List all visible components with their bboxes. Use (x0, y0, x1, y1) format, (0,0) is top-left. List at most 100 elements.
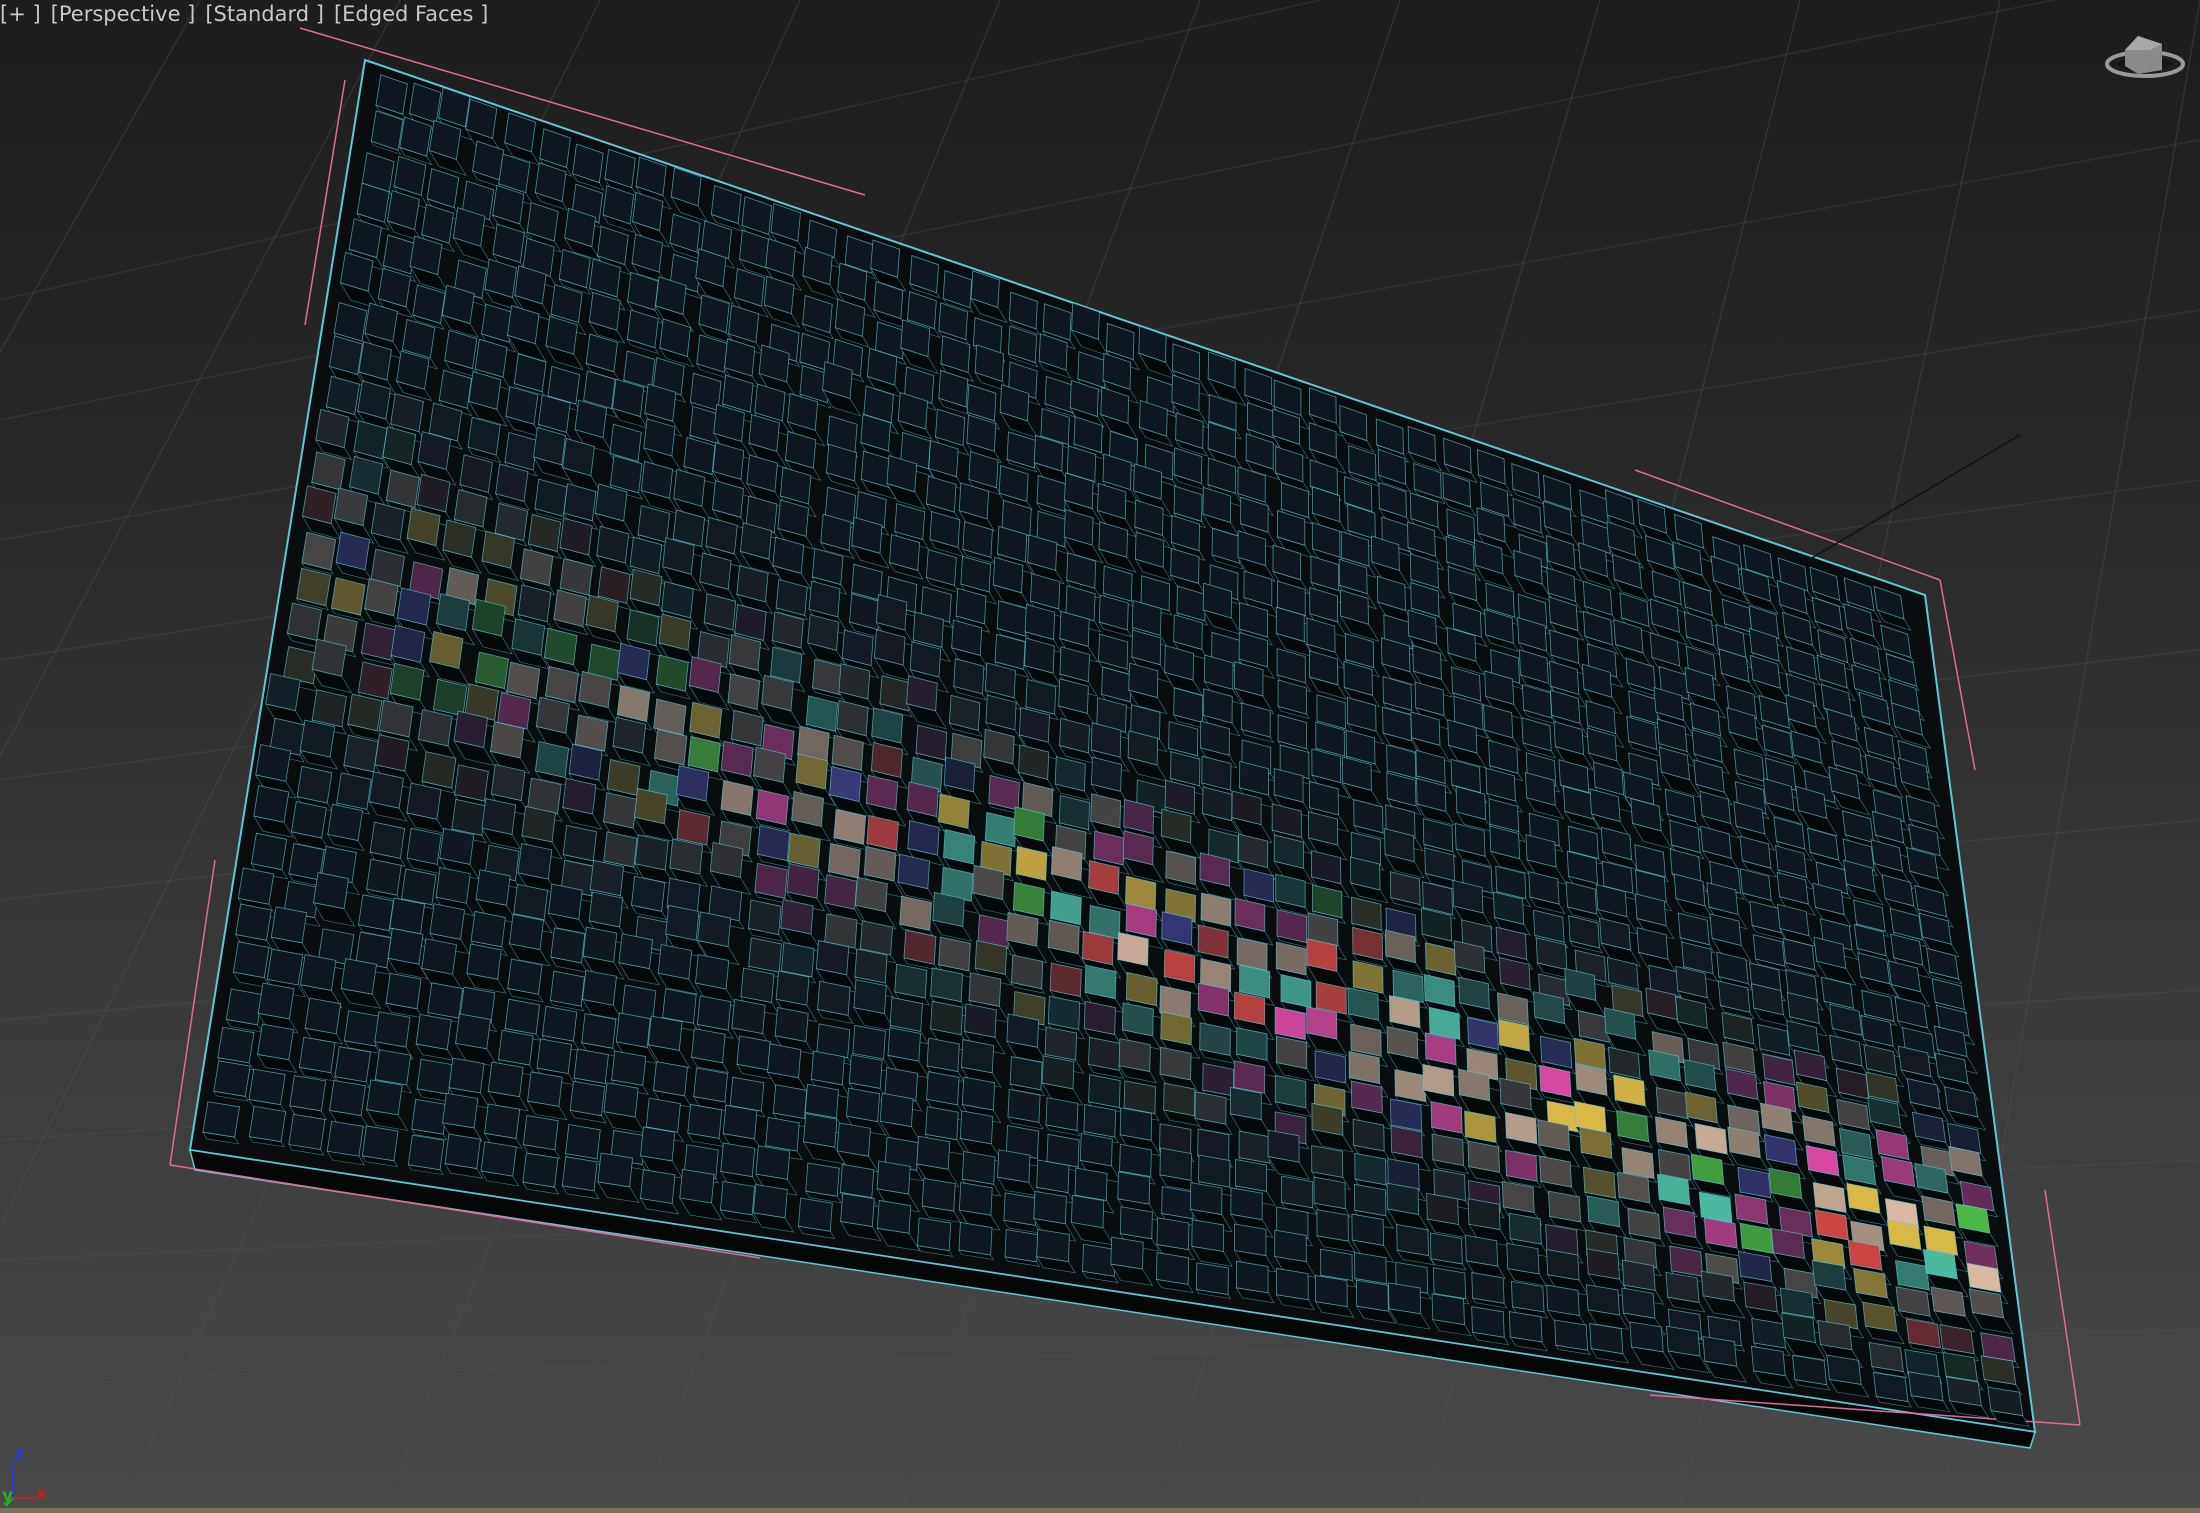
scene-canvas[interactable] (0, 0, 2200, 1513)
cube-face (665, 904, 700, 941)
cube-face (1160, 1011, 1193, 1046)
cube-face (736, 1035, 771, 1071)
cube-face (679, 1168, 715, 1204)
cube-face (1355, 1279, 1389, 1312)
cube-face (1354, 1251, 1387, 1285)
cube-face (719, 1180, 756, 1216)
cube-face (1045, 1097, 1079, 1131)
cube-face (1267, 1129, 1300, 1163)
cube-face (958, 1182, 993, 1216)
cube-face (1119, 1143, 1152, 1178)
cube-face (846, 1087, 880, 1123)
cube-face (1506, 1242, 1540, 1275)
cube-face (1156, 1252, 1190, 1285)
cube-face (296, 765, 333, 804)
cube-face (853, 979, 887, 1015)
cube-face (1873, 1372, 1909, 1403)
cube-face (311, 638, 347, 677)
cube-face (257, 982, 295, 1020)
cube-face (854, 948, 888, 984)
cube-face (1010, 954, 1044, 990)
cube-face (899, 895, 932, 931)
cube-face (439, 827, 475, 865)
cube-face (1041, 1055, 1075, 1090)
cube-face (1156, 1217, 1190, 1251)
viewport-shading-label[interactable]: [Standard ] (205, 2, 324, 26)
cube-face (754, 862, 788, 899)
cube-face (1202, 1062, 1234, 1097)
cube-face (1589, 1323, 1624, 1355)
cube-face (312, 872, 349, 910)
cube-face (662, 988, 697, 1024)
cube-face (930, 1000, 964, 1036)
axis-x-label: x (36, 1484, 47, 1504)
cube-face (755, 1145, 791, 1180)
cube-face (329, 1080, 366, 1117)
cube-face (421, 938, 457, 975)
cube-face (535, 696, 570, 734)
cube-face (369, 821, 406, 859)
cube-face (1163, 1082, 1196, 1117)
cube-face (522, 1115, 559, 1151)
cube-face (217, 1026, 255, 1064)
cube-face (588, 891, 624, 928)
cube-face (1074, 1167, 1108, 1201)
cube-face (527, 1071, 563, 1107)
cube-face (1276, 1267, 1309, 1301)
cube-face (1313, 1176, 1346, 1210)
cube-face (374, 1011, 411, 1048)
cube-face (810, 1050, 845, 1086)
cube-face (343, 734, 379, 773)
perspective-viewport[interactable] (0, 0, 2200, 1513)
cube-face (427, 982, 464, 1019)
cube-face (938, 936, 971, 972)
cube-face (1508, 1311, 1543, 1343)
cube-face (1546, 1249, 1580, 1281)
cube-face (361, 1125, 399, 1162)
cube-face (304, 997, 342, 1035)
cube-face (444, 1133, 481, 1170)
cube-face (1121, 1002, 1154, 1037)
cube-face (854, 876, 888, 913)
cube-face (903, 929, 937, 965)
cube-face (640, 1126, 676, 1162)
cube-face (508, 913, 544, 951)
cube-face (534, 741, 570, 779)
cube-face (366, 1079, 403, 1116)
cube-face (1702, 1336, 1738, 1367)
viewcube-icon[interactable] (2100, 22, 2190, 82)
cube-face (631, 875, 666, 912)
cube-face (582, 969, 617, 1006)
cube-face (921, 1177, 956, 1212)
cube-face (606, 759, 641, 796)
viewport-menu-label[interactable]: [+ ] (0, 2, 41, 26)
viewport-display-label[interactable]: [Edged Faces ] (334, 2, 488, 26)
cube-face (1546, 1284, 1580, 1316)
cube-face (536, 1038, 572, 1074)
cube-face (1235, 1260, 1269, 1294)
cube-face (756, 825, 791, 862)
cube-face (582, 926, 618, 963)
axis-tripod-icon: z y x (0, 1440, 70, 1510)
cube-face (836, 1122, 871, 1157)
cube-face (805, 1162, 840, 1197)
cube-face (286, 602, 322, 641)
cube-face (291, 801, 327, 839)
cube-face (1315, 1274, 1348, 1308)
cube-face (1353, 1183, 1387, 1217)
cube-face (1426, 1192, 1459, 1225)
cube-face (1750, 1345, 1786, 1377)
cube-face (250, 832, 288, 871)
cube-face (634, 834, 669, 871)
pivot-line (1799, 434, 2021, 566)
cube-face (1320, 1248, 1353, 1281)
cube-face (1084, 964, 1117, 1000)
cube-face (612, 716, 647, 754)
cube-face (547, 883, 583, 920)
bounding-box-bracket (2044, 1189, 2081, 1426)
viewport-view-label[interactable]: [Perspective ] (51, 2, 196, 26)
cube-face (926, 1037, 960, 1073)
cube-face (1082, 1243, 1116, 1277)
cube-face (926, 1071, 960, 1106)
cube-face (368, 771, 404, 809)
